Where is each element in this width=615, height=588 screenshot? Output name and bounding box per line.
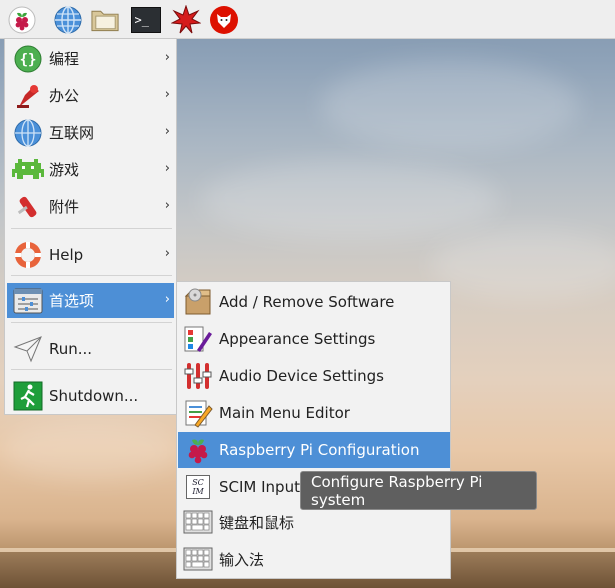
menu-item-label: 游戏 [49, 161, 80, 179]
keyboard-icon [182, 506, 214, 538]
help-icon [11, 238, 45, 272]
submenu-item-input-method[interactable]: 输入法 [178, 541, 450, 577]
keyboard-icon [182, 543, 214, 575]
raspberry-icon[interactable] [6, 4, 37, 35]
preferences-submenu: Add / Remove Software Appearance Setting… [176, 281, 451, 579]
menu-divider [11, 369, 172, 370]
submenu-item-raspberry-pi-configuration[interactable]: Raspberry Pi Configuration [178, 432, 450, 468]
menu-item-preferences[interactable]: 首选项 › [7, 283, 174, 318]
submenu-item-label: Main Menu Editor [219, 404, 350, 422]
internet-icon [11, 116, 45, 150]
menu-item-label: Run... [49, 339, 93, 358]
menu-item-office[interactable]: 办公 › [7, 78, 174, 113]
audio-mixer-icon [182, 360, 214, 392]
submenu-item-audio-device-settings[interactable]: Audio Device Settings [178, 358, 450, 394]
office-icon [11, 79, 45, 113]
menu-item-label: 办公 [49, 87, 80, 105]
submenu-item-label: 输入法 [219, 550, 265, 569]
chevron-right-icon: › [164, 246, 170, 261]
mathematica-icon[interactable] [170, 4, 201, 35]
application-menu: {} 编程 › 办公 › 互联网 › 游戏 › 附件 › Help › 首选项 … [4, 38, 177, 415]
menu-item-label: 附件 [49, 198, 80, 216]
chevron-right-icon: › [164, 124, 170, 139]
menu-item-shutdown[interactable]: Shutdown... [7, 378, 174, 413]
menu-item-label: Shutdown... [49, 386, 139, 405]
raspberry-icon [182, 434, 214, 466]
preferences-icon [11, 284, 45, 318]
tooltip: Configure Raspberry Pi system [300, 471, 537, 510]
scim-glyph: SC IM [186, 475, 210, 499]
submenu-item-label: Appearance Settings [219, 330, 376, 348]
submenu-item-add-remove-software[interactable]: Add / Remove Software [178, 284, 450, 320]
tooltip-text: Configure Raspberry Pi system [311, 472, 483, 509]
chevron-right-icon: › [164, 87, 170, 102]
submenu-item-appearance-settings[interactable]: Appearance Settings [178, 321, 450, 357]
menu-divider [11, 275, 172, 276]
file-manager-icon[interactable] [90, 4, 121, 35]
submenu-item-label: Raspberry Pi Configuration [219, 441, 420, 459]
run-icon [11, 332, 45, 366]
submenu-item-label: Audio Device Settings [219, 367, 384, 385]
scim-icon: SC IM [182, 471, 214, 503]
menu-item-label: 编程 [49, 50, 80, 68]
package-icon [182, 286, 214, 318]
svg-text:{}: {} [20, 52, 37, 68]
menu-divider [11, 228, 172, 229]
terminal-prompt: >_ [130, 6, 161, 33]
submenu-item-label: SCIM Input [219, 478, 300, 496]
menu-item-label: 首选项 [49, 292, 95, 310]
shutdown-icon [11, 379, 45, 413]
menu-divider [11, 322, 172, 323]
terminal-icon[interactable]: >_ [130, 4, 161, 35]
menu-item-help[interactable]: Help › [7, 237, 174, 272]
chevron-right-icon: › [164, 50, 170, 65]
games-icon [11, 153, 45, 187]
submenu-item-label: 键盘和鼠标 [219, 513, 295, 532]
menu-item-label: Help [49, 245, 84, 264]
accessories-icon [11, 190, 45, 224]
menu-editor-icon [182, 397, 214, 429]
menu-item-accessories[interactable]: 附件 › [7, 189, 174, 224]
menu-item-run[interactable]: Run... [7, 331, 174, 366]
taskbar: >_ [0, 0, 615, 39]
submenu-item-main-menu-editor[interactable]: Main Menu Editor [178, 395, 450, 431]
submenu-item-label: Add / Remove Software [219, 293, 395, 311]
chevron-right-icon: › [164, 161, 170, 176]
menu-item-programming[interactable]: {} 编程 › [7, 41, 174, 76]
chevron-right-icon: › [164, 292, 170, 307]
wolfram-icon[interactable] [208, 4, 239, 35]
menu-item-games[interactable]: 游戏 › [7, 152, 174, 187]
menu-item-internet[interactable]: 互联网 › [7, 115, 174, 150]
menu-item-label: 互联网 [49, 124, 95, 142]
programming-icon: {} [11, 42, 45, 76]
appearance-icon [182, 323, 214, 355]
web-browser-icon[interactable] [52, 4, 83, 35]
chevron-right-icon: › [164, 198, 170, 213]
